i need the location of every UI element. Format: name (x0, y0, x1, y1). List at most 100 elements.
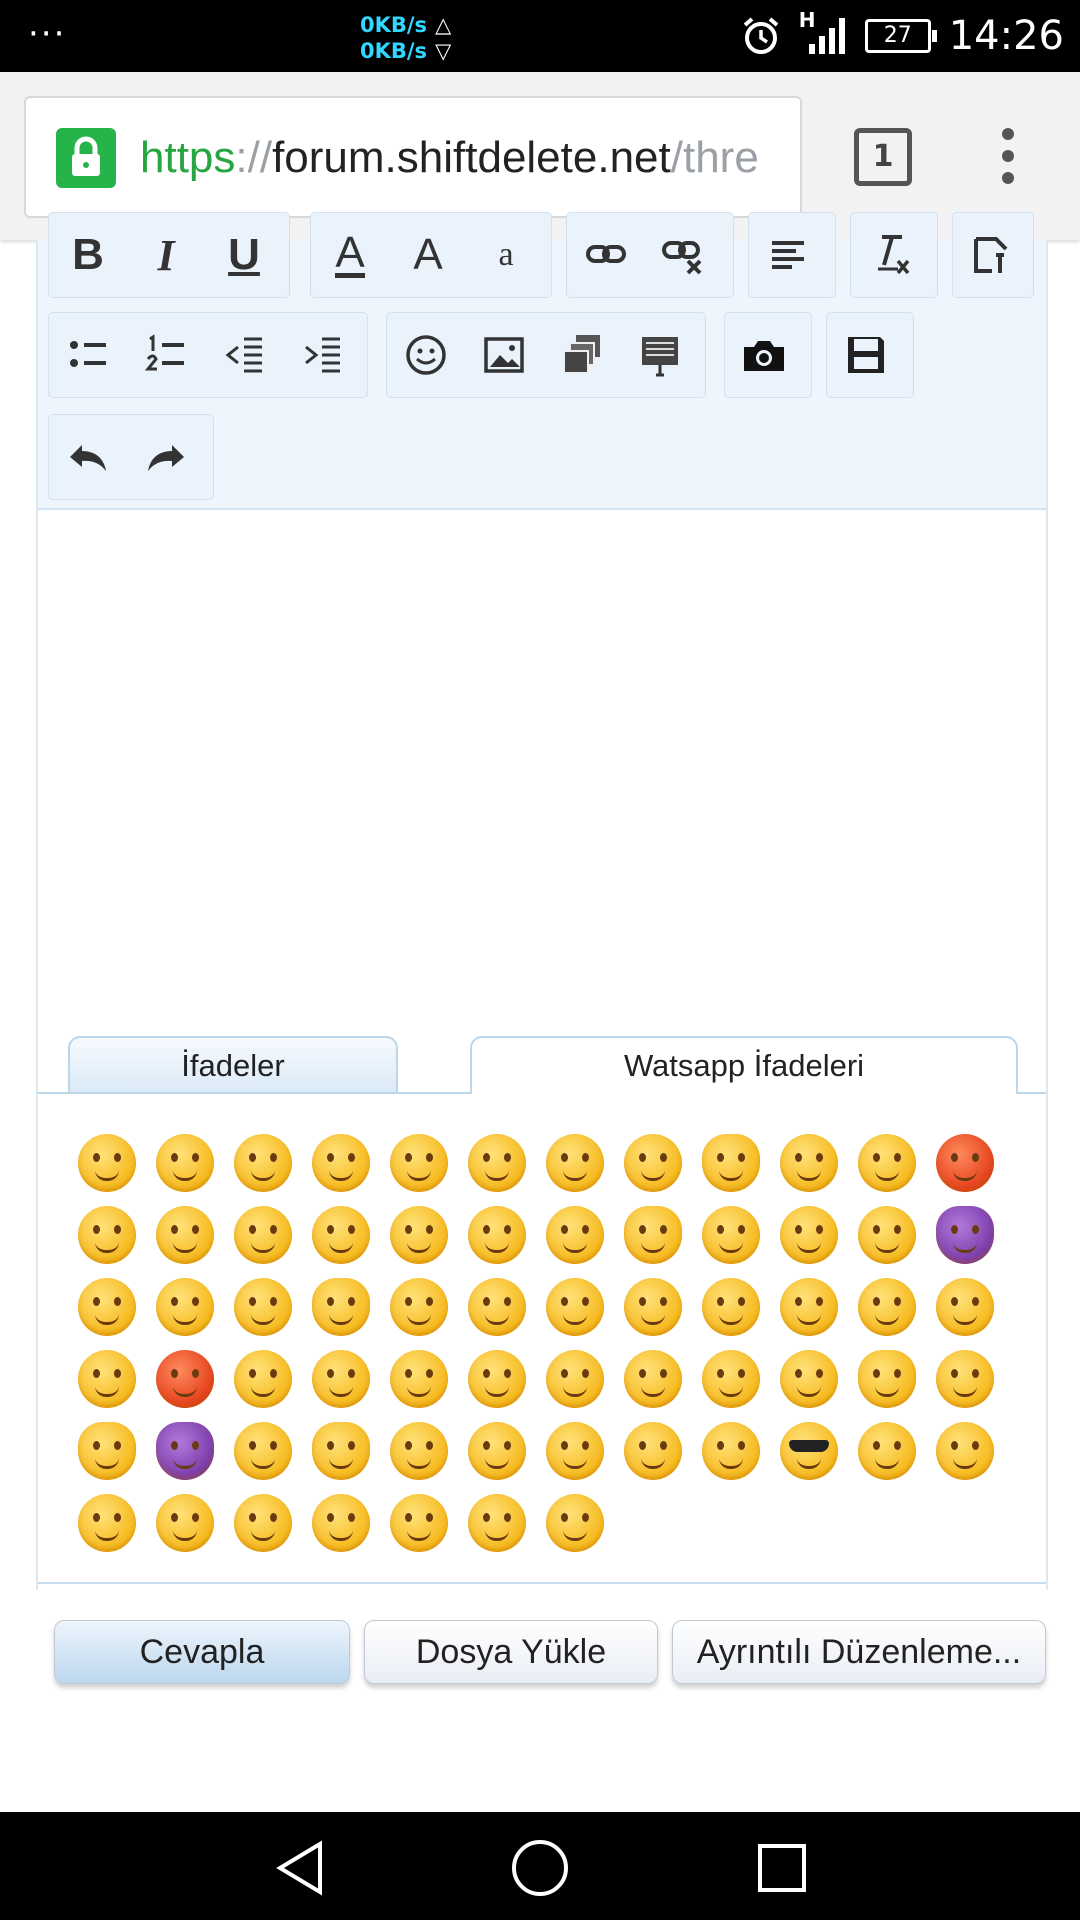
smilie-item[interactable] (234, 1278, 292, 1336)
smilie-item[interactable] (546, 1134, 604, 1192)
smilie-item[interactable] (312, 1350, 370, 1408)
smilie-item[interactable] (390, 1134, 448, 1192)
smilie-item[interactable] (234, 1134, 292, 1192)
smilie-item[interactable] (780, 1350, 838, 1408)
font-color-button[interactable]: A (311, 213, 389, 297)
smilie-item[interactable] (78, 1134, 136, 1192)
insert-smilie-button[interactable] (387, 313, 465, 397)
smilie-item[interactable] (156, 1134, 214, 1192)
indent-button[interactable] (283, 313, 361, 397)
outdent-button[interactable] (205, 313, 283, 397)
smilie-item[interactable] (936, 1206, 994, 1264)
font-size-button[interactable]: A (389, 213, 467, 297)
smilie-item[interactable] (78, 1494, 136, 1552)
smilie-item[interactable] (390, 1350, 448, 1408)
smilie-item[interactable] (312, 1134, 370, 1192)
smilie-item[interactable] (390, 1206, 448, 1264)
smilie-item[interactable] (234, 1422, 292, 1480)
smilie-item[interactable] (312, 1422, 370, 1480)
smilie-item[interactable] (312, 1278, 370, 1336)
insert-template-button[interactable] (621, 313, 699, 397)
tab-ifadeler[interactable]: İfadeler (68, 1036, 398, 1092)
smilie-item[interactable] (468, 1206, 526, 1264)
underline-button[interactable]: U (205, 213, 283, 297)
smilie-item[interactable] (780, 1206, 838, 1264)
smilie-item[interactable] (858, 1350, 916, 1408)
smilie-item[interactable] (468, 1278, 526, 1336)
smilie-item[interactable] (624, 1134, 682, 1192)
smilie-item[interactable] (78, 1422, 136, 1480)
smilie-item[interactable] (936, 1134, 994, 1192)
smilie-item[interactable] (468, 1422, 526, 1480)
smilie-item[interactable] (234, 1206, 292, 1264)
smilie-item[interactable] (702, 1134, 760, 1192)
smilie-item[interactable] (78, 1206, 136, 1264)
upload-file-button[interactable]: Dosya Yükle (364, 1620, 658, 1684)
smilie-item[interactable] (858, 1422, 916, 1480)
toggle-source-button[interactable] (953, 213, 1031, 297)
unlink-button[interactable] (645, 213, 723, 297)
smilie-item[interactable] (390, 1422, 448, 1480)
smilie-item[interactable] (780, 1278, 838, 1336)
smilie-item[interactable] (702, 1350, 760, 1408)
smilie-item[interactable] (546, 1278, 604, 1336)
address-bar[interactable]: https://forum.shiftdelete.net/thre (24, 96, 802, 218)
smilie-item[interactable] (936, 1278, 994, 1336)
font-family-button[interactable]: a (467, 213, 545, 297)
smilie-item[interactable] (936, 1422, 994, 1480)
smilie-item[interactable] (156, 1422, 214, 1480)
insert-media-button[interactable] (543, 313, 621, 397)
smilie-item[interactable] (234, 1494, 292, 1552)
url-text[interactable]: https://forum.shiftdelete.net/thre (140, 128, 759, 188)
smilie-item[interactable] (546, 1422, 604, 1480)
bold-button[interactable]: B (49, 213, 127, 297)
camera-upload-button[interactable] (725, 313, 803, 397)
smilie-item[interactable] (624, 1278, 682, 1336)
smilie-item[interactable] (702, 1422, 760, 1480)
smilie-item[interactable] (624, 1422, 682, 1480)
tab-switcher-button[interactable]: 1 (854, 128, 912, 186)
smilie-item[interactable] (936, 1350, 994, 1408)
overflow-menu-icon[interactable] (996, 126, 1020, 186)
smilie-item[interactable] (312, 1494, 370, 1552)
insert-link-button[interactable] (567, 213, 645, 297)
home-icon[interactable] (510, 1838, 570, 1898)
smilie-item[interactable] (780, 1134, 838, 1192)
secure-lock-icon[interactable] (56, 128, 116, 188)
smilie-item[interactable] (78, 1350, 136, 1408)
smilie-item[interactable] (624, 1206, 682, 1264)
undo-button[interactable] (49, 415, 127, 499)
smilie-item[interactable] (702, 1206, 760, 1264)
reply-button[interactable]: Cevapla (54, 1620, 350, 1684)
recent-apps-icon[interactable] (754, 1838, 810, 1898)
smilie-item[interactable] (546, 1494, 604, 1552)
smilie-item[interactable] (858, 1278, 916, 1336)
back-icon[interactable] (272, 1838, 328, 1898)
align-button[interactable] (749, 213, 827, 297)
smilie-item[interactable] (156, 1494, 214, 1552)
smilie-item[interactable] (156, 1278, 214, 1336)
smilie-item[interactable] (78, 1278, 136, 1336)
smilie-item[interactable] (468, 1134, 526, 1192)
smilie-item[interactable] (468, 1494, 526, 1552)
insert-image-button[interactable] (465, 313, 543, 397)
smilie-item[interactable] (858, 1206, 916, 1264)
tab-watsapp-ifadeleri[interactable]: Watsapp İfadeleri (470, 1036, 1018, 1096)
remove-format-button[interactable] (851, 213, 929, 297)
smilie-item[interactable] (624, 1350, 682, 1408)
smilie-item[interactable] (156, 1350, 214, 1408)
smilie-item[interactable] (702, 1278, 760, 1336)
smilie-item[interactable] (156, 1206, 214, 1264)
advanced-edit-button[interactable]: Ayrıntılı Düzenleme... (672, 1620, 1046, 1684)
save-draft-button[interactable] (827, 313, 905, 397)
smilie-item[interactable] (858, 1134, 916, 1192)
smilie-item[interactable] (390, 1494, 448, 1552)
smilie-item[interactable] (468, 1350, 526, 1408)
smilie-item[interactable] (234, 1350, 292, 1408)
italic-button[interactable]: I (127, 213, 205, 297)
numbered-list-button[interactable] (127, 313, 205, 397)
bullet-list-button[interactable] (49, 313, 127, 397)
smilie-item[interactable] (546, 1350, 604, 1408)
smilie-item[interactable] (312, 1206, 370, 1264)
message-textarea[interactable] (38, 510, 1046, 1030)
